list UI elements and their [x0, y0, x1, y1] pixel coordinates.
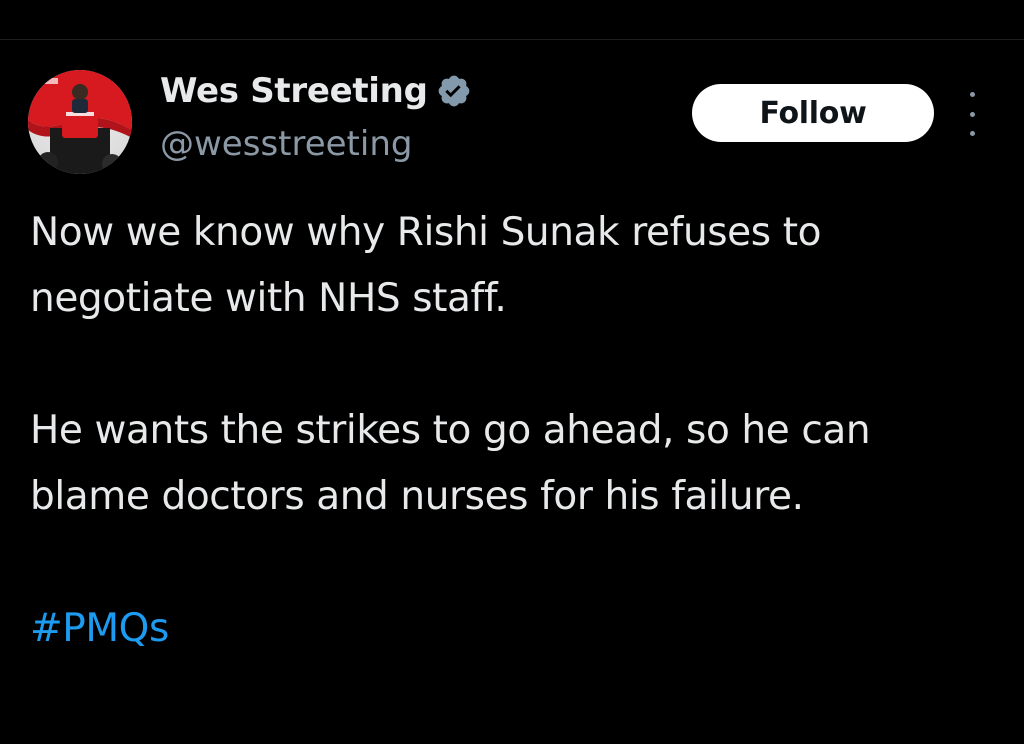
hashtag-link[interactable]: #PMQs	[30, 606, 169, 651]
author-handle[interactable]: @wesstreeting	[160, 124, 412, 164]
display-name[interactable]: Wes Streeting	[160, 71, 428, 111]
more-dot	[969, 92, 975, 97]
tweet-text: Now we know why Rishi Sunak refuses to n…	[30, 200, 1000, 662]
avatar[interactable]	[28, 70, 132, 174]
verified-badge-icon	[436, 73, 472, 109]
follow-button[interactable]: Follow	[692, 84, 934, 142]
profile-avatar-icon	[28, 70, 132, 174]
top-bar	[0, 0, 1024, 40]
more-options-icon[interactable]	[960, 92, 984, 136]
divider	[0, 39, 1024, 40]
tweet-paragraph: Now we know why Rishi Sunak refuses to n…	[30, 210, 822, 321]
more-dot	[969, 131, 975, 136]
author-name-row: Wes Streeting	[160, 68, 472, 114]
more-dot	[969, 111, 975, 117]
tweet-paragraph: He wants the strikes to go ahead, so he …	[30, 408, 871, 519]
hashtag-line: #PMQs	[30, 596, 1000, 662]
